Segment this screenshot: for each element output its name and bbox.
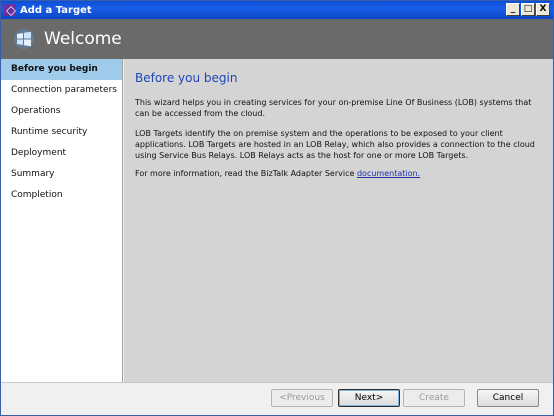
more-info-text: For more information, read the BizTalk A… <box>135 169 357 178</box>
documentation-link[interactable]: documentation. <box>357 169 420 178</box>
windows-azure-logo-icon <box>14 29 34 49</box>
sidebar-item-summary[interactable]: Summary <box>1 164 122 185</box>
create-button[interactable]: Create <box>403 389 465 407</box>
visual-studio-icon <box>4 4 16 16</box>
title-bar[interactable]: Add a Target _ □ X <box>1 1 553 19</box>
sidebar-item-completion[interactable]: Completion <box>1 185 122 206</box>
close-button[interactable]: X <box>536 3 550 16</box>
cancel-button[interactable]: Cancel <box>477 389 539 407</box>
window-title: Add a Target <box>20 4 92 16</box>
sidebar-item-before-you-begin[interactable]: Before you begin <box>1 59 122 80</box>
more-info-paragraph: For more information, read the BizTalk A… <box>135 168 539 179</box>
window-controls: _ □ X <box>506 3 550 16</box>
maximize-button[interactable]: □ <box>521 3 535 16</box>
next-button[interactable]: Next> <box>338 389 400 407</box>
lob-targets-paragraph: LOB Targets identify the on premise syst… <box>135 129 535 160</box>
sidebar-item-operations[interactable]: Operations <box>1 101 122 122</box>
sidebar-item-runtime-security[interactable]: Runtime security <box>1 122 122 143</box>
sidebar-item-deployment[interactable]: Deployment <box>1 143 122 164</box>
button-bar: <Previous Next> Create Cancel <box>1 382 553 415</box>
wizard-window: Add a Target _ □ X Welcome Before you be… <box>0 0 554 416</box>
wizard-steps-sidebar: Before you begin Connection parameters O… <box>1 59 123 382</box>
minimize-button[interactable]: _ <box>506 3 520 16</box>
previous-button[interactable]: <Previous <box>271 389 333 407</box>
intro-paragraph: This wizard helps you in creating servic… <box>135 98 532 118</box>
section-title: Before you begin <box>135 71 238 85</box>
content-panel: Before you begin This wizard helps you i… <box>124 59 553 382</box>
page-title: Welcome <box>44 29 122 49</box>
header-banner: Welcome <box>1 19 553 59</box>
sidebar-item-connection-parameters[interactable]: Connection parameters <box>1 80 122 101</box>
